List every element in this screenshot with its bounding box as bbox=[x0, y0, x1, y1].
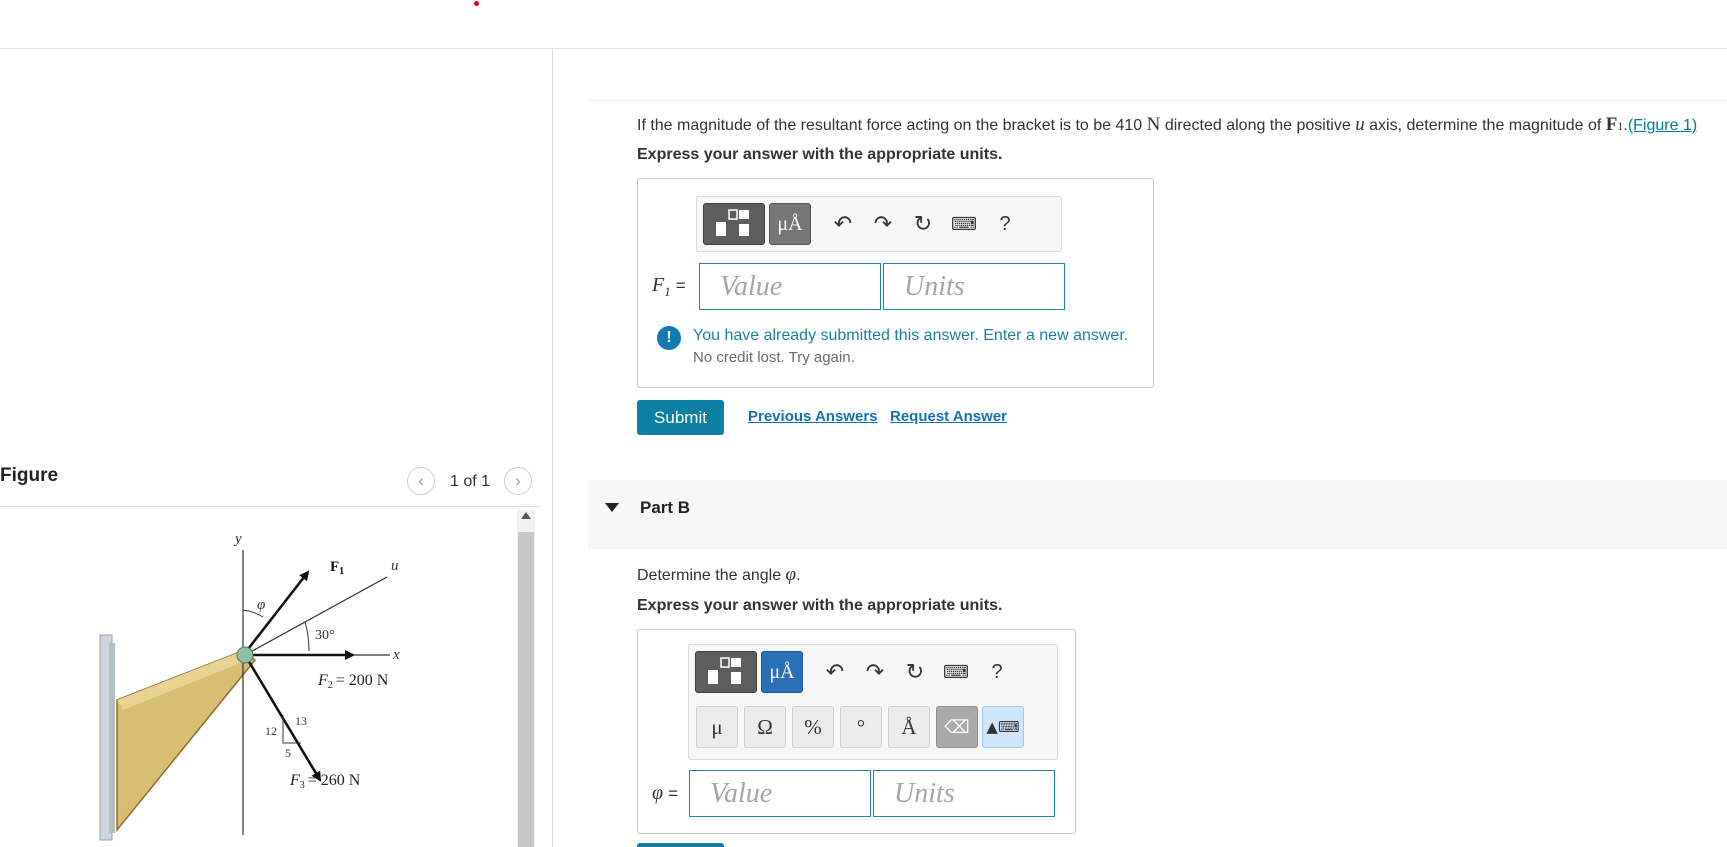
redo-icon[interactable]: ↷ bbox=[868, 209, 898, 239]
f1-value-input[interactable] bbox=[699, 263, 881, 310]
warning-subtext: No credit lost. Try again. bbox=[693, 349, 855, 366]
part-b-submit-button[interactable] bbox=[637, 843, 724, 847]
part-a-instruction: Express your answer with the appropriate… bbox=[637, 146, 1003, 163]
help-button[interactable]: ? bbox=[982, 657, 1012, 687]
keyboard-icon[interactable]: ⌨ bbox=[941, 657, 971, 687]
label-13: 13 bbox=[295, 714, 307, 728]
phi-units-input[interactable] bbox=[873, 770, 1055, 817]
label-5: 5 bbox=[285, 746, 291, 760]
undo-icon[interactable]: ↶ bbox=[820, 657, 850, 687]
part-a-separator bbox=[588, 100, 1727, 101]
phi-equation-label: φ = bbox=[652, 782, 679, 804]
label-30deg: 30° bbox=[315, 628, 335, 643]
undo-icon[interactable]: ↶ bbox=[828, 209, 858, 239]
templates-button[interactable] bbox=[695, 651, 757, 693]
label-12: 12 bbox=[265, 724, 277, 738]
label-f1: F1 bbox=[330, 559, 344, 577]
keyboard-up-icon: ▲⌨ bbox=[986, 718, 1020, 736]
panel-divider[interactable] bbox=[552, 49, 553, 847]
bracket-joint bbox=[236, 646, 254, 664]
scroll-up-arrow-icon[interactable] bbox=[521, 512, 531, 519]
label-f3: F3 = 260 N bbox=[289, 772, 361, 791]
wall-plate bbox=[109, 643, 115, 833]
top-bar bbox=[0, 0, 1727, 49]
notification-dot bbox=[474, 1, 479, 6]
part-b-header[interactable] bbox=[588, 480, 1727, 549]
figure-prev-button[interactable]: ‹ bbox=[407, 467, 435, 495]
phi-value-input[interactable] bbox=[689, 770, 871, 817]
templates-icon bbox=[716, 209, 749, 236]
reset-icon[interactable]: ↻ bbox=[908, 209, 938, 239]
part-b-instruction: Express your answer with the appropriate… bbox=[637, 597, 1003, 614]
omega-symbol-button[interactable]: Ω bbox=[744, 706, 786, 748]
degree-symbol-button[interactable]: ° bbox=[840, 706, 882, 748]
backspace-button[interactable]: ⌫ bbox=[936, 706, 978, 748]
bracket-figure: y u x F1 φ 30° F2 = 200 N F3 = 260 N 12 13… bbox=[99, 531, 400, 841]
part-a-question: If the magnitude of the resultant force … bbox=[637, 114, 1698, 135]
u-axis bbox=[244, 576, 388, 656]
figure-next-button[interactable]: › bbox=[504, 467, 532, 495]
previous-answers-link[interactable]: Previous Answers bbox=[748, 408, 878, 425]
help-button[interactable]: ? bbox=[990, 209, 1020, 239]
request-answer-link[interactable]: Request Answer bbox=[890, 408, 1007, 425]
figure-divider bbox=[0, 506, 540, 507]
part-b-title: Part B bbox=[640, 498, 691, 517]
units-button[interactable]: μÅ bbox=[761, 651, 803, 693]
label-u: u bbox=[391, 558, 399, 574]
chevron-right-icon: › bbox=[515, 471, 521, 490]
figure-scroll-thumb[interactable] bbox=[518, 532, 534, 847]
units-button[interactable]: μÅ bbox=[769, 203, 811, 245]
part-b-question: Determine the angle φ. bbox=[637, 564, 801, 585]
f1-equation-label: F1 = bbox=[652, 274, 686, 299]
submit-button[interactable]: Submit bbox=[637, 400, 724, 435]
label-x: x bbox=[392, 647, 400, 663]
warning-message: You have already submitted this answer. … bbox=[693, 327, 1129, 344]
figure-title: Figure bbox=[0, 465, 59, 486]
figure-1-link[interactable]: (Figure 1) bbox=[1628, 117, 1697, 134]
f1-units-input[interactable] bbox=[883, 263, 1065, 310]
mu-symbol-button[interactable]: μ bbox=[696, 706, 738, 748]
keyboard-toggle-button[interactable]: ▲⌨ bbox=[982, 706, 1024, 748]
templates-button[interactable] bbox=[703, 203, 765, 245]
figure-counter: 1 of 1 bbox=[450, 473, 491, 490]
percent-symbol-button[interactable]: % bbox=[792, 706, 834, 748]
warning-icon: ! bbox=[657, 326, 681, 350]
templates-icon bbox=[708, 657, 741, 684]
redo-icon[interactable]: ↷ bbox=[860, 657, 890, 687]
label-phi: φ bbox=[257, 597, 265, 613]
chevron-left-icon: ‹ bbox=[418, 471, 424, 490]
reset-icon[interactable]: ↻ bbox=[900, 657, 930, 687]
backspace-icon: ⌫ bbox=[944, 716, 970, 738]
collapse-caret-icon[interactable] bbox=[605, 503, 619, 512]
keyboard-icon[interactable]: ⌨ bbox=[949, 209, 979, 239]
label-y: y bbox=[233, 531, 242, 547]
angstrom-symbol-button[interactable]: Å bbox=[888, 706, 930, 748]
part-a-toolbar: μÅ ↶ ↷ ↻ ⌨ ? bbox=[696, 196, 1062, 252]
label-f2: F2 = 200 N bbox=[317, 672, 389, 691]
angle-arc bbox=[304, 621, 310, 652]
